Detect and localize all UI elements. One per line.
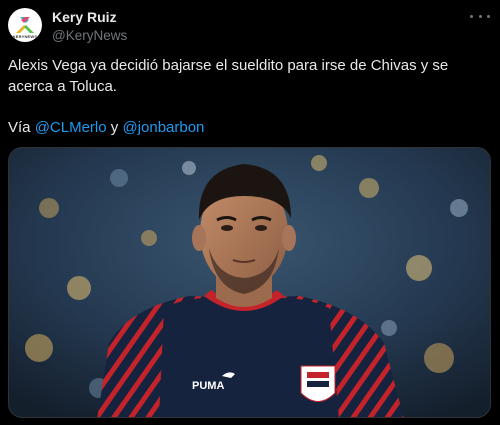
via-joiner: y bbox=[106, 119, 123, 136]
more-options-icon bbox=[470, 14, 473, 18]
player-photo: PUMA bbox=[9, 148, 490, 417]
avatar[interactable]: KERYNEWS bbox=[8, 8, 42, 42]
author-names: Kery Ruiz @KeryNews bbox=[52, 8, 127, 45]
mention-link-jonbarbon[interactable]: @jonbarbon bbox=[122, 119, 204, 136]
author-handle[interactable]: @KeryNews bbox=[52, 27, 127, 45]
jersey-sponsor-text: PUMA bbox=[192, 380, 224, 392]
tweet-media-photo[interactable]: PUMA bbox=[8, 147, 491, 418]
tweet-via-line: Vía @CLMerlo y @jonbarbon bbox=[8, 118, 204, 138]
avatar-brand-text: KERYNEWS bbox=[12, 34, 38, 39]
more-options-dot bbox=[487, 14, 490, 18]
tweet-card: KERYNEWS Kery Ruiz @KeryNews Alexis Vega… bbox=[0, 0, 500, 425]
more-options-dot bbox=[478, 14, 482, 18]
tweet-text: Alexis Vega ya decidió bajarse el sueldi… bbox=[8, 57, 449, 95]
more-options-button[interactable] bbox=[470, 10, 490, 22]
mention-link-clmerlo[interactable]: @CLMerlo bbox=[35, 119, 107, 136]
author-display-name[interactable]: Kery Ruiz bbox=[52, 8, 127, 26]
via-prefix: Vía bbox=[8, 119, 35, 136]
chivas-crest-icon bbox=[300, 365, 336, 402]
